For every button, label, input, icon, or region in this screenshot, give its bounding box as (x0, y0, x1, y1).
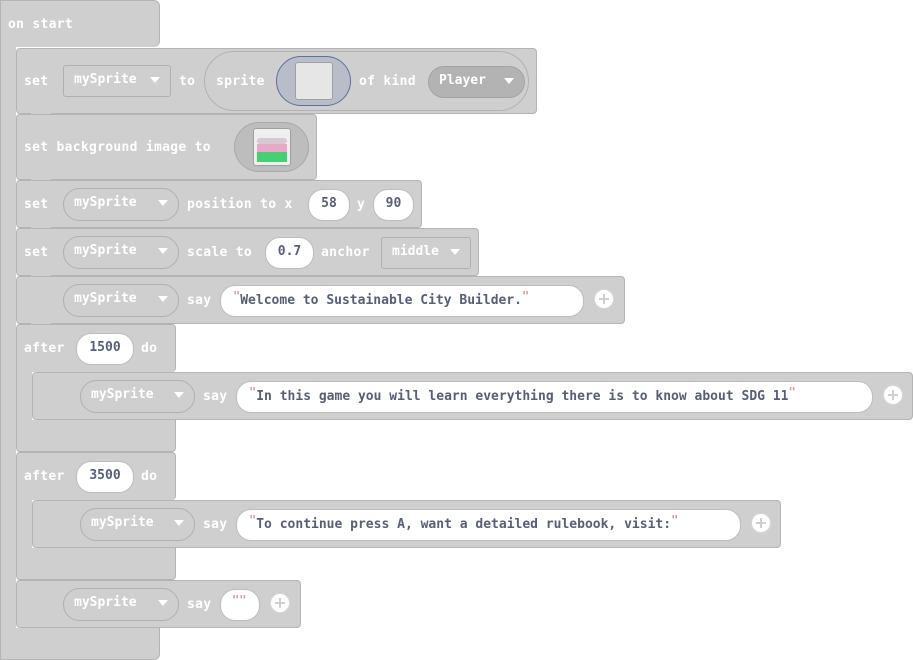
chevron-down-icon (158, 296, 168, 302)
of-kind-label: of kind (359, 74, 416, 89)
scale-input[interactable]: 0.7 (265, 237, 314, 269)
variable-name: mySprite (74, 595, 137, 610)
do-label: do (141, 341, 158, 356)
say-label: say (203, 517, 228, 532)
kind-value: Player (439, 73, 486, 88)
variable-dropdown[interactable]: mySprite (63, 65, 171, 97)
set-label: set (24, 245, 49, 260)
say-label: say (187, 293, 212, 308)
position-to-x-label: position to x (187, 197, 293, 212)
chevron-down-icon (158, 200, 168, 206)
after-3500-block-footer[interactable] (16, 548, 176, 580)
variable-name: mySprite (74, 243, 137, 258)
variable-name: mySprite (74, 291, 137, 306)
do-label: do (141, 469, 158, 484)
variable-name: mySprite (74, 72, 137, 87)
chevron-down-icon (504, 78, 514, 84)
add-icon[interactable] (883, 385, 903, 405)
chevron-down-icon (174, 520, 184, 526)
variable-dropdown[interactable]: mySprite (63, 188, 179, 221)
variable-name: mySprite (91, 387, 154, 402)
chevron-down-icon (150, 77, 160, 83)
say-text: To continue press A, want a detailed rul… (256, 517, 672, 532)
kind-dropdown[interactable]: Player (428, 66, 525, 98)
delay-input[interactable]: 3500 (76, 461, 134, 493)
variable-dropdown[interactable]: mySprite (63, 588, 179, 621)
after-label: after (24, 341, 65, 356)
say-label: say (187, 597, 212, 612)
anchor-value: middle (392, 244, 439, 259)
on-start-label: on start (8, 17, 74, 32)
variable-name: mySprite (91, 515, 154, 530)
variable-dropdown[interactable]: mySprite (80, 380, 195, 413)
say-text: Welcome to Sustainable City Builder. (240, 293, 522, 308)
delay-input[interactable]: 1500 (76, 333, 134, 365)
on-start-block-spine[interactable] (0, 0, 16, 660)
sprite-label: sprite (216, 74, 265, 89)
say-label: say (203, 389, 228, 404)
anchor-label: anchor (321, 245, 370, 260)
y-input[interactable]: 90 (373, 189, 414, 221)
chevron-down-icon (174, 392, 184, 398)
y-label: y (357, 197, 366, 212)
after-1500-block-spine[interactable] (16, 371, 32, 421)
to-label: to (179, 74, 196, 89)
scale-to-label: scale to (187, 245, 253, 260)
variable-name: mySprite (74, 195, 137, 210)
after-3500-block-spine[interactable] (16, 499, 32, 549)
variable-dropdown[interactable]: mySprite (63, 284, 179, 317)
after-1500-block-footer[interactable] (16, 420, 176, 452)
background-image-thumbnail (253, 128, 291, 166)
chevron-down-icon (450, 249, 460, 255)
sprite-image-preview (295, 62, 333, 100)
say-text: In this game you will learn everything t… (256, 389, 789, 404)
say-text-input[interactable]: "" (220, 589, 260, 621)
x-input[interactable]: 58 (308, 189, 350, 221)
add-icon[interactable] (270, 593, 290, 613)
add-icon[interactable] (751, 513, 771, 533)
chevron-down-icon (158, 600, 168, 606)
background-image-picker[interactable] (234, 122, 309, 172)
set-label: set (24, 74, 49, 89)
add-icon[interactable] (594, 289, 614, 309)
set-background-label: set background image to (24, 140, 211, 155)
on-start-footer[interactable] (0, 628, 160, 660)
sprite-image-picker[interactable] (276, 56, 351, 106)
after-label: after (24, 469, 65, 484)
variable-dropdown[interactable]: mySprite (63, 236, 179, 269)
say-text-input[interactable]: "Welcome to Sustainable City Builder." (220, 285, 584, 317)
say-text-input[interactable]: "In this game you will learn everything … (236, 381, 873, 413)
landscape-icon (257, 138, 287, 162)
chevron-down-icon (158, 248, 168, 254)
set-label: set (24, 197, 49, 212)
variable-dropdown[interactable]: mySprite (80, 508, 195, 541)
say-text-input[interactable]: "To continue press A, want a detailed ru… (236, 509, 741, 541)
anchor-dropdown[interactable]: middle (381, 237, 471, 269)
